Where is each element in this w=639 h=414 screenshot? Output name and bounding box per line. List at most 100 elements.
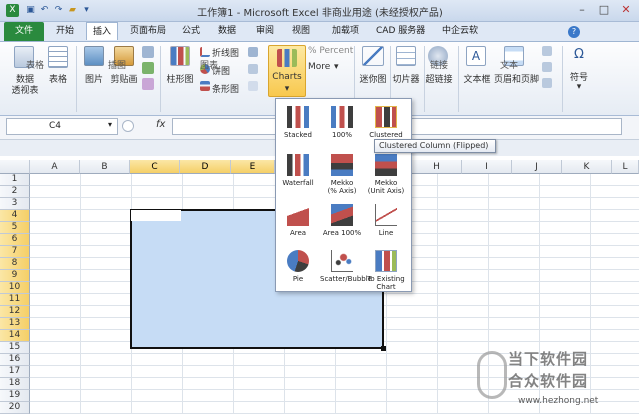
picture-icon[interactable] [84, 46, 104, 66]
textbox-icon[interactable]: A [466, 46, 486, 66]
fill-handle[interactable] [381, 346, 386, 351]
row-header[interactable]: 13 [0, 318, 30, 330]
bar-chart-icon[interactable] [200, 81, 210, 91]
line-chart-icon[interactable] [200, 47, 210, 57]
tab-insert[interactable]: 插入 [86, 22, 119, 40]
minimize-button[interactable]: – [572, 3, 592, 18]
tab-home[interactable]: 开始 [50, 22, 80, 40]
row-header[interactable]: 20 [0, 402, 30, 414]
row-header[interactable]: 8 [0, 258, 30, 270]
tab-view[interactable]: 视图 [286, 22, 316, 40]
chart-option-mekko-percent[interactable]: Mekko (% Axis) [320, 148, 364, 195]
chart-option-waterfall[interactable]: Waterfall [276, 148, 320, 194]
select-all-corner[interactable] [0, 160, 30, 174]
smartart-icon[interactable] [142, 62, 154, 74]
redo-icon[interactable]: ↷ [52, 4, 65, 17]
tab-file[interactable]: 文件 [4, 22, 44, 41]
column-header[interactable]: J [512, 160, 562, 174]
column-header[interactable]: L [612, 160, 639, 174]
customize-toolbar-icon[interactable]: ▾ [80, 4, 93, 17]
group-separator [562, 46, 563, 112]
row-header[interactable]: 4 [0, 210, 30, 222]
tab-cad-server[interactable]: CAD 服务器 [370, 22, 431, 40]
column-header[interactable]: B [80, 160, 130, 174]
expand-icon[interactable] [122, 120, 134, 132]
row-header[interactable]: 19 [0, 390, 30, 402]
row-header[interactable]: 5 [0, 222, 30, 234]
chart-option-area[interactable]: Area [276, 198, 320, 244]
chart-option-to-existing[interactable]: To Existing Chart [364, 244, 408, 291]
chart-option-label: Pie [292, 275, 304, 283]
chart-option-label: Area 100% [322, 229, 362, 237]
close-button[interactable]: ✕ [616, 3, 636, 18]
row-header[interactable]: 16 [0, 354, 30, 366]
signature-icon[interactable] [542, 62, 552, 72]
shapes-icon[interactable] [142, 46, 154, 58]
undo-icon[interactable]: ↶ [38, 4, 51, 17]
column-header[interactable]: A [30, 160, 80, 174]
clipart-label: 剪贴画 [110, 75, 138, 85]
row-header[interactable]: 18 [0, 378, 30, 390]
row-header[interactable]: 17 [0, 366, 30, 378]
row-header[interactable]: 15 [0, 342, 30, 354]
row-header[interactable]: 14 [0, 330, 30, 342]
tab-page-layout[interactable]: 页面布局 [124, 22, 172, 40]
chart-option-pie[interactable]: Pie [276, 244, 320, 290]
line-icon [375, 204, 397, 226]
group-label-charts: 图表 [200, 61, 219, 71]
area-icon [287, 204, 309, 226]
percent-button[interactable]: % Percent [308, 46, 353, 56]
help-icon[interactable]: ? [568, 26, 580, 38]
tab-addins[interactable]: 加载项 [326, 22, 365, 40]
column-header[interactable]: E [231, 160, 275, 174]
name-box[interactable]: C4 [6, 118, 118, 135]
chart-option-area-100[interactable]: Area 100% [320, 198, 364, 244]
screenshot-icon[interactable] [142, 78, 154, 90]
row-header[interactable]: 11 [0, 294, 30, 306]
chart-option-stacked[interactable]: Stacked [276, 100, 320, 146]
maximize-button[interactable]: □ [594, 3, 614, 18]
row-header[interactable]: 6 [0, 234, 30, 246]
slicer-icon[interactable] [396, 46, 416, 66]
chart-option-label: Line [378, 229, 394, 237]
column-header[interactable]: K [562, 160, 612, 174]
column-header[interactable]: H [412, 160, 462, 174]
more-button[interactable]: More [308, 62, 330, 72]
other-chart-icon[interactable] [248, 81, 258, 91]
clustered-chart-icon [375, 106, 397, 128]
table-icon[interactable] [48, 46, 68, 68]
omega-icon[interactable]: Ω [570, 46, 588, 64]
row-header[interactable]: 7 [0, 246, 30, 258]
group-label-tables: 表格 [26, 61, 45, 71]
row-header[interactable]: 2 [0, 186, 30, 198]
column-chart-icon[interactable] [170, 46, 190, 66]
more-dropdown-icon: ▾ [334, 62, 339, 72]
column-header[interactable]: D [180, 160, 231, 174]
row-header[interactable]: 1 [0, 174, 30, 186]
chart-option-100-percent[interactable]: 100% [320, 100, 364, 146]
save-icon[interactable]: ▣ [24, 4, 37, 17]
row-header[interactable]: 12 [0, 306, 30, 318]
name-box-dropdown-icon[interactable]: ▾ [108, 120, 112, 129]
chart-option-line[interactable]: Line [364, 198, 408, 244]
column-header[interactable]: C [130, 160, 180, 174]
row-header[interactable]: 10 [0, 282, 30, 294]
open-folder-icon[interactable]: ▰ [66, 4, 79, 17]
row-header[interactable]: 3 [0, 198, 30, 210]
group-separator [458, 46, 459, 112]
tab-zhongqi[interactable]: 中企云软 [436, 22, 484, 40]
row-header[interactable]: 9 [0, 270, 30, 282]
wordart-icon[interactable] [542, 46, 552, 56]
column-header[interactable]: I [462, 160, 512, 174]
tab-formulas[interactable]: 公式 [176, 22, 206, 40]
object-icon[interactable] [542, 78, 552, 88]
chart-option-mekko-unit[interactable]: Mekko (Unit Axis) [364, 148, 408, 195]
tab-review[interactable]: 审阅 [250, 22, 280, 40]
sparkline-icon[interactable] [362, 46, 384, 66]
scatter-chart-icon[interactable] [248, 64, 258, 74]
area-chart-icon[interactable] [248, 47, 258, 57]
active-cell[interactable] [131, 210, 181, 221]
insert-function-icon[interactable]: fx [156, 119, 165, 130]
tab-data[interactable]: 数据 [212, 22, 242, 40]
chart-option-scatter-bubble[interactable]: Scatter/Bubble [320, 244, 372, 290]
